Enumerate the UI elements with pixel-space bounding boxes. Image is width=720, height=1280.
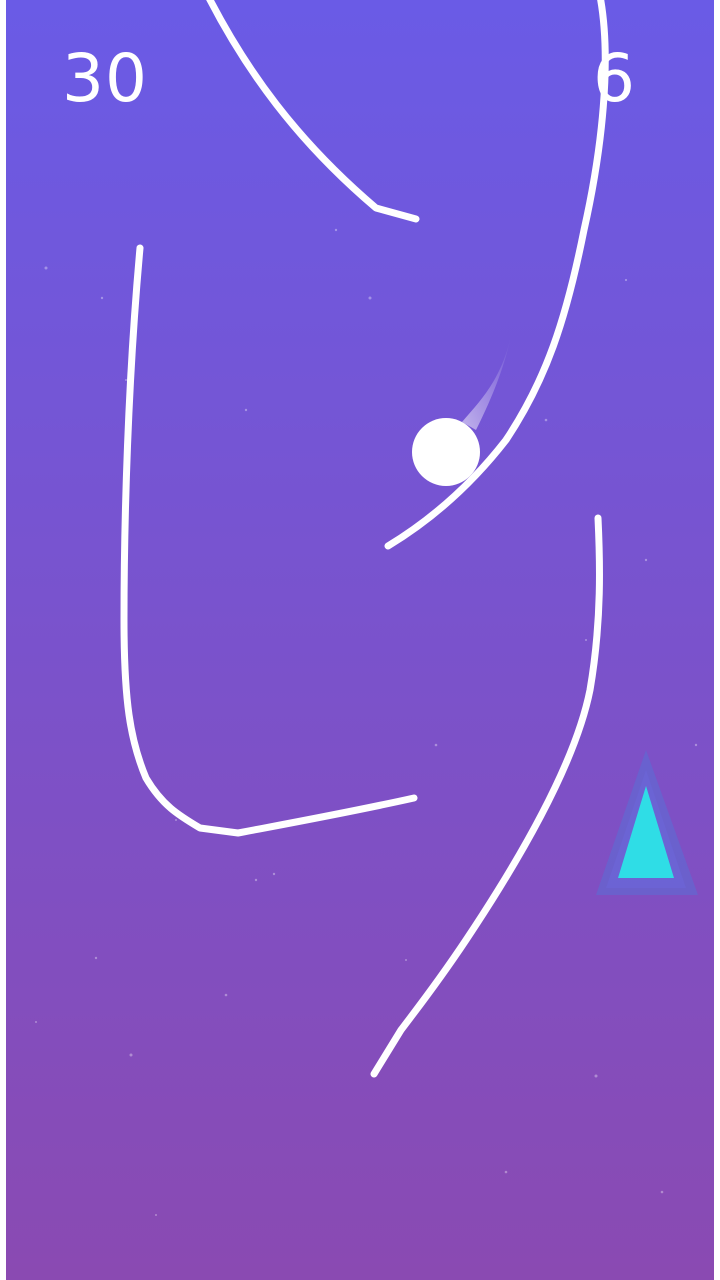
game-screen[interactable]: 30 6: [0, 0, 720, 1280]
level-counter: 6: [593, 40, 636, 117]
game-area[interactable]: 30 6: [6, 0, 714, 1280]
playfield[interactable]: [6, 0, 714, 1280]
score-counter: 30: [62, 40, 148, 117]
ball-icon: [412, 418, 480, 486]
